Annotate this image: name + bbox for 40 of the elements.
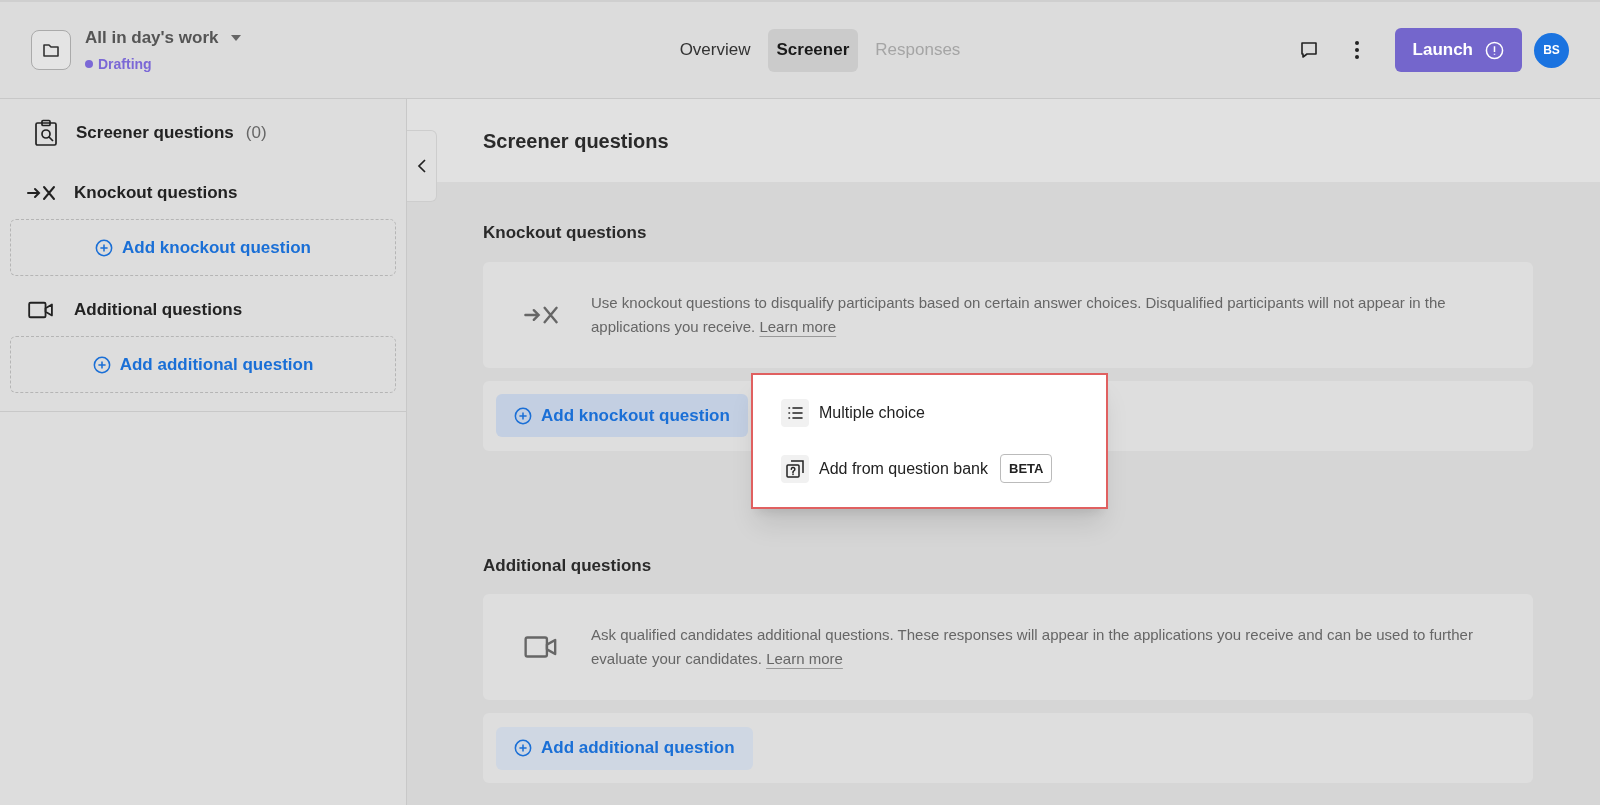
caret-icon	[230, 34, 243, 42]
plus-circle-icon	[95, 238, 114, 257]
alert-icon	[1485, 40, 1504, 60]
arrow-x-icon	[26, 183, 56, 203]
question-count: (0)	[245, 122, 267, 145]
add-question-button[interactable]: Add knockout question	[10, 219, 396, 276]
status-label: Drafting	[98, 54, 152, 74]
folder-button[interactable]	[31, 30, 71, 70]
section-heading: Knockout questions	[483, 222, 648, 244]
menu-item[interactable]: Add from question bank BETA	[781, 450, 1078, 487]
nav-tab[interactable]: Overview	[670, 28, 760, 72]
nav-tab[interactable]: Screener	[767, 28, 859, 72]
video-camera-icon	[523, 634, 559, 660]
description-text: Ask qualified candidates additional questions. These responses will appear in the applications you receive and can be used to further evaluate your candidates. Learn more	[591, 625, 1474, 669]
learn-more-link[interactable]: Learn more	[766, 650, 843, 667]
project-title[interactable]: All in day's work	[85, 25, 243, 51]
add-question-button[interactable]: Add knockout question	[496, 394, 748, 437]
comment-icon	[1298, 40, 1319, 60]
plus-circle-icon	[514, 406, 532, 425]
plus-circle-icon	[514, 739, 532, 757]
more-icon	[1353, 40, 1360, 60]
launch-button[interactable]: Launch	[1394, 28, 1522, 72]
beta-badge: BETA	[1000, 453, 1053, 484]
chevron-left-icon	[416, 159, 427, 173]
user-avatar[interactable]: BS	[1534, 32, 1569, 68]
sidebar-section-label[interactable]: Knockout questions	[74, 180, 238, 206]
sidebar-title: Screener questions	[76, 122, 234, 145]
plus-circle-icon	[92, 355, 111, 374]
video-camera-icon	[26, 300, 56, 320]
folder-icon	[42, 41, 60, 59]
sidebar-section-label[interactable]: Additional questions	[74, 297, 243, 323]
menu-item[interactable]: Multiple choice	[781, 394, 1078, 431]
learn-more-link[interactable]: Learn more	[759, 317, 837, 335]
add-question-button[interactable]: Add additional question	[496, 726, 753, 770]
clipboard-search-icon	[34, 119, 58, 147]
page-title: Screener questions	[483, 128, 669, 154]
add-question-button[interactable]: Add additional question	[10, 336, 396, 393]
section-heading: Additional questions	[483, 554, 653, 577]
description-text: Use knockout questions to disqualify participants based on certain answer choices. Disqualified participants will not appear in the applications you receive. Learn more	[591, 292, 1447, 337]
question-stack-icon	[785, 458, 805, 479]
